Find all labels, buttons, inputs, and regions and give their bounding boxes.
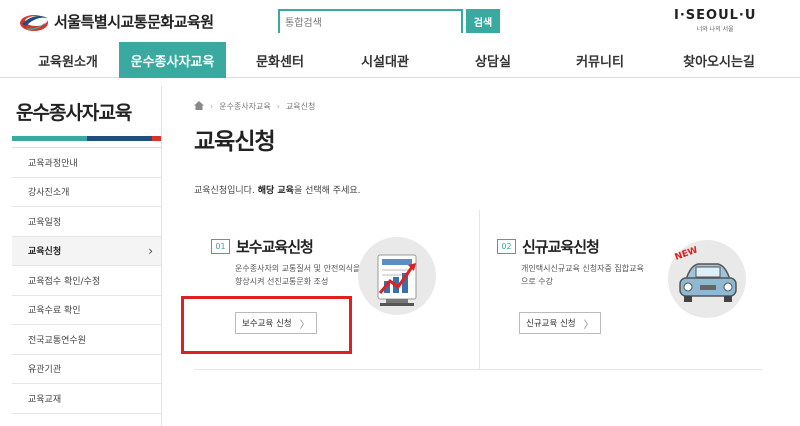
sidebar-item-application[interactable]: 교육신청 ›: [12, 236, 161, 266]
breadcrumb: › 운수종사자교육 › 교육신청: [194, 101, 315, 112]
page-title: 교육신청: [194, 129, 276, 155]
card-title: 보수교육신청: [236, 238, 314, 256]
sidebar-item-label: 교육신청: [28, 247, 62, 258]
sidebar-item-label: 교육접수 확인/수정: [28, 276, 101, 287]
breadcrumb-separator: ›: [210, 102, 214, 111]
card-title: 신규교육신청: [522, 238, 600, 256]
sidebar: 운수종사자교육 교육과정안내 강사진소개 교육일정 교육신청 › 교육접수 확인/…: [12, 86, 162, 426]
breadcrumb-separator: ›: [276, 102, 280, 111]
logo-mark-icon: [18, 8, 50, 34]
site-logo[interactable]: 서울특별시교통문화교육원: [18, 8, 214, 34]
color-bar-red: [152, 136, 161, 141]
search-input[interactable]: [280, 13, 461, 34]
sidebar-item-course-info[interactable]: 교육과정안내: [12, 148, 161, 178]
chevron-right-icon: ›: [148, 243, 153, 258]
sidebar-item-label: 강사진소개: [28, 188, 70, 199]
logo-text: 서울특별시교통문화교육원: [54, 12, 214, 31]
seoul-tagline: 너와 나의 서울: [696, 26, 734, 33]
sidebar-item-label: 전국교통연수원: [28, 335, 86, 346]
breadcrumb-item[interactable]: 운수종사자교육: [219, 101, 271, 112]
color-bar-navy: [86, 136, 153, 141]
intro-text: 교육신청입니다. 해당 교육을 선택해 주세요.: [194, 183, 361, 196]
card-new-header: 02 신규교육신청: [497, 236, 600, 257]
seoul-logo[interactable]: I·SEOUL·U 너와 나의 서울: [674, 8, 756, 33]
sidebar-item-textbooks[interactable]: 교육교재: [12, 384, 161, 414]
sidebar-item-completion-check[interactable]: 교육수료 확인: [12, 296, 161, 325]
breadcrumb-item[interactable]: 교육신청: [286, 101, 315, 112]
sidebar-item-label: 교육교재: [28, 394, 62, 405]
intro-after: 을 선택해 주세요.: [293, 186, 361, 196]
header: 서울특별시교통문화교육원 검색 I·SEOUL·U 너와 나의 서울: [0, 0, 800, 42]
sidebar-color-bar: [12, 136, 161, 141]
sidebar-item-label: 유관기관: [28, 365, 62, 376]
nav-item-counseling[interactable]: 상담실: [448, 42, 538, 78]
sidebar-item-national-institute[interactable]: 전국교통연수원: [12, 325, 161, 355]
sidebar-item-label: 교육일정: [28, 217, 62, 228]
nav-item-about[interactable]: 교육원소개: [18, 42, 118, 78]
new-badge: NEW: [674, 245, 700, 262]
sidebar-item-instructors[interactable]: 강사진소개: [12, 178, 161, 207]
chart-monitor-icon: [358, 237, 436, 315]
card-description: 운수종사자의 교통질서 및 안전의식을 향상시켜 선진교통문화 조성: [235, 264, 361, 286]
home-icon[interactable]: [194, 101, 204, 112]
sidebar-item-label: 교육과정안내: [28, 158, 78, 169]
nav-item-culture-center[interactable]: 문화센터: [235, 42, 325, 78]
card-divider: [479, 210, 480, 370]
chevron-right-icon: 〉: [583, 319, 594, 331]
sidebar-item-label: 교육수료 확인: [28, 306, 81, 317]
color-bar-teal: [12, 136, 87, 141]
intro-bold: 해당 교육: [257, 186, 294, 196]
search-button[interactable]: 검색: [466, 9, 500, 33]
sidebar-item-registration-check[interactable]: 교육접수 확인/수정: [12, 266, 161, 296]
card-number: 01: [211, 239, 230, 254]
new-apply-button[interactable]: 신규교육 신청 〉: [519, 312, 601, 334]
card-description: 개인택시신규교육 신청자중 집합교육으로 수강: [521, 264, 644, 286]
sidebar-title: 운수종사자교육: [16, 101, 132, 124]
highlight-box: [181, 296, 352, 354]
sidebar-item-schedule[interactable]: 교육일정: [12, 207, 161, 237]
button-label: 신규교육 신청: [526, 319, 576, 329]
bottom-divider: [194, 369, 762, 370]
seoul-logo-text: I·SEOUL·U: [674, 8, 757, 23]
new-car-icon: NEW: [668, 240, 746, 318]
search-box: [278, 9, 463, 34]
intro-before: 교육신청입니다.: [194, 186, 258, 196]
card-number: 02: [497, 239, 516, 254]
nav-item-directions[interactable]: 찾아오시는길: [660, 42, 778, 78]
sidebar-list: 교육과정안내 강사진소개 교육일정 교육신청 › 교육접수 확인/수정 교육수료 …: [12, 147, 161, 414]
sidebar-item-related-agencies[interactable]: 유관기관: [12, 355, 161, 384]
main-nav: 교육원소개 운수종사자교육 문화센터 시설대관 상담실 커뮤니티 찾아오시는길: [0, 42, 800, 78]
nav-item-driver-education[interactable]: 운수종사자교육: [119, 42, 226, 78]
card-refresher-header: 01 보수교육신청: [211, 236, 314, 257]
nav-item-community[interactable]: 커뮤니티: [555, 42, 645, 78]
nav-item-facility-rental[interactable]: 시설대관: [340, 42, 430, 78]
